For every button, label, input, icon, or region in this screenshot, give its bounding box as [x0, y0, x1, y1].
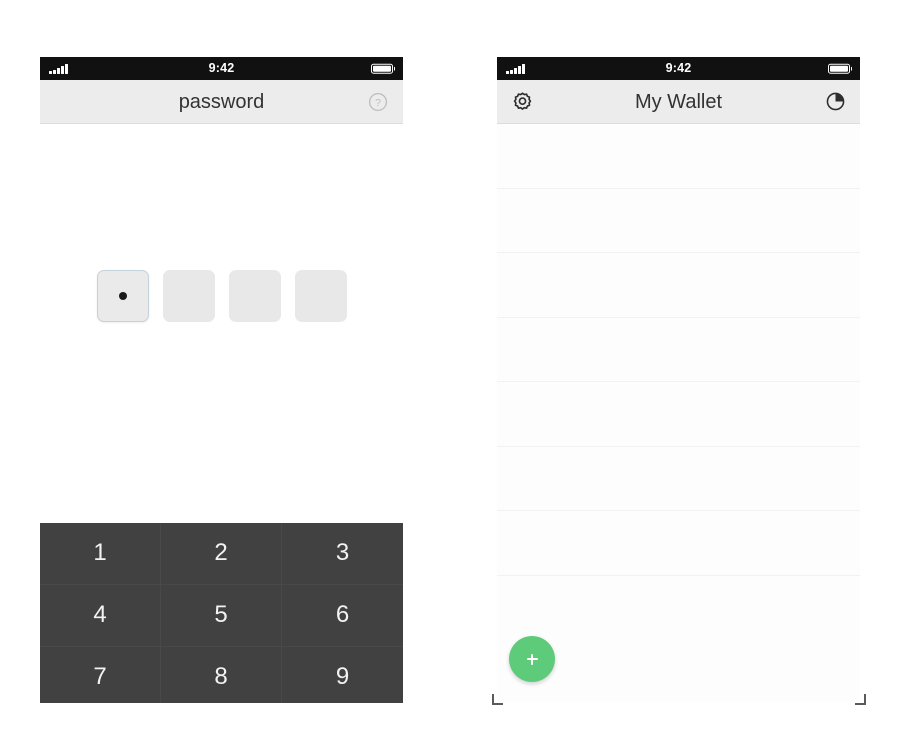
key-6[interactable]: 6 [282, 585, 403, 647]
key-3[interactable]: 3 [282, 523, 403, 585]
help-circle-icon: ? [368, 92, 388, 111]
list-item[interactable] [497, 189, 860, 253]
pie-chart-icon [826, 92, 844, 111]
key-9[interactable]: 9 [282, 647, 403, 704]
list-item[interactable] [497, 382, 860, 447]
wallet-screen: 9:42 My Wallet [497, 57, 860, 703]
svg-text:?: ? [375, 97, 381, 109]
numeric-keypad: 1 2 3 4 5 6 7 8 9 0 [40, 523, 403, 703]
status-time: 9:42 [665, 61, 692, 76]
battery-full-icon [828, 63, 850, 74]
wallet-list [497, 124, 860, 576]
status-bar: 9:42 [497, 57, 860, 80]
wallet-list-area [497, 124, 860, 702]
list-item[interactable] [497, 253, 860, 318]
key-5[interactable]: 5 [161, 584, 282, 647]
signal-bars-icon [506, 63, 525, 74]
page-title: password [178, 90, 265, 113]
nav-bar-wallet: My Wallet [497, 80, 860, 124]
key-8[interactable]: 8 [161, 646, 282, 703]
gear-icon [513, 92, 531, 110]
add-entry-button[interactable] [509, 636, 555, 682]
list-item[interactable] [497, 447, 860, 511]
signal-bars-icon [49, 63, 68, 74]
password-box-4[interactable] [294, 270, 347, 322]
key-4[interactable]: 4 [40, 584, 161, 647]
nav-bar-password: password ? [40, 80, 403, 124]
key-7[interactable]: 7 [40, 646, 161, 703]
key-1[interactable]: 1 [40, 523, 161, 585]
battery-full-icon [371, 63, 393, 74]
password-boxes [40, 270, 403, 322]
status-time: 9:42 [208, 61, 235, 76]
password-box-3[interactable] [228, 270, 281, 322]
stats-button[interactable] [822, 89, 848, 115]
list-item[interactable] [497, 511, 860, 576]
page-title: My Wallet [634, 90, 723, 113]
settings-button[interactable] [509, 89, 535, 115]
list-item[interactable] [497, 124, 860, 189]
key-2[interactable]: 2 [161, 523, 282, 585]
password-box-2[interactable] [162, 270, 215, 322]
help-button[interactable]: ? [365, 89, 391, 115]
password-screen: 9:42 password ? 1 2 3 4 5 6 7 8 9 [40, 57, 403, 703]
password-entry-area [40, 124, 403, 523]
list-item[interactable] [497, 318, 860, 382]
password-box-1[interactable] [96, 270, 149, 322]
password-dot-icon [118, 292, 127, 300]
plus-icon [526, 653, 538, 665]
status-bar: 9:42 [40, 57, 403, 80]
